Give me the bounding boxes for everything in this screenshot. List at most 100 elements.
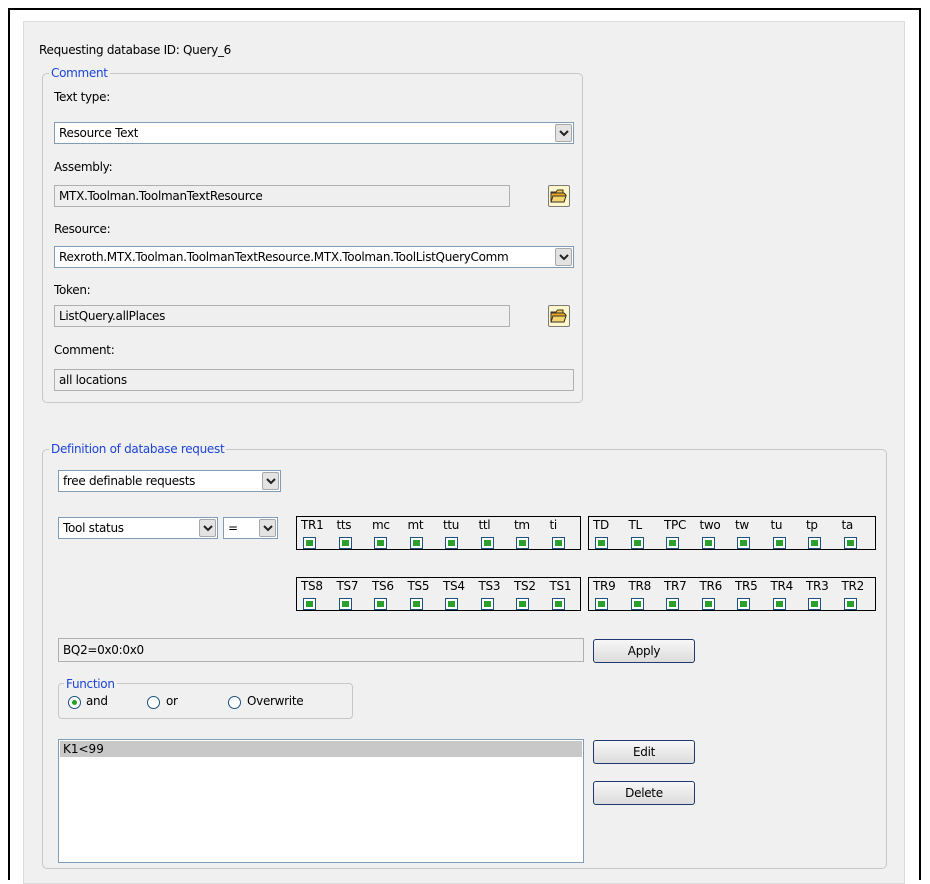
bit-flag-checkbox[interactable]	[666, 598, 679, 610]
bit-flag-checkbox[interactable]	[303, 598, 316, 610]
edit-button[interactable]: Edit	[593, 740, 695, 764]
bit-flag-checkbox[interactable]	[843, 598, 857, 610]
delete-button[interactable]: Delete	[593, 781, 695, 805]
bit-flag-checkbox[interactable]	[409, 598, 423, 610]
chevron-down-icon[interactable]	[259, 519, 276, 537]
chevron-down-icon[interactable]	[555, 124, 572, 142]
bit-flag: ta	[839, 517, 874, 551]
bit-flag-label: tw	[735, 518, 749, 532]
bit-box-1: TR1 tts mc mt ttu ttl tm ti	[296, 516, 581, 550]
bit-box-2: TD TL TPC two tw tu tp ta	[588, 516, 876, 550]
request-type-select[interactable]: free definable requests	[58, 470, 281, 492]
chevron-down-icon[interactable]	[262, 472, 279, 490]
radio-overwrite[interactable]	[228, 696, 241, 709]
bit-flag: TS4	[440, 578, 475, 612]
bit-flag-label: TR8	[628, 579, 652, 593]
bit-flag: mc	[369, 517, 404, 551]
bit-flag-checkbox[interactable]	[666, 537, 679, 549]
token-browse-button[interactable]	[548, 305, 570, 327]
radio-or[interactable]	[147, 696, 160, 709]
chevron-down-icon[interactable]	[555, 248, 572, 266]
query-panel: Requesting database ID: Query_6 Comment …	[23, 21, 905, 884]
bit-flag-checkbox[interactable]	[480, 598, 494, 610]
bit-flag-checkbox[interactable]	[516, 537, 529, 549]
radio-or-label: or	[166, 694, 178, 708]
bit-flag: TR8	[626, 578, 661, 612]
bit-flag-checkbox[interactable]	[595, 598, 608, 610]
text-type-select[interactable]: Resource Text	[54, 122, 574, 144]
bit-flag: TPC	[661, 517, 696, 551]
bit-flag-checkbox[interactable]	[409, 537, 423, 549]
radio-and[interactable]	[68, 696, 81, 709]
token-label: Token:	[54, 283, 91, 297]
bit-flag-checkbox[interactable]	[737, 537, 750, 549]
bit-flag-checkbox[interactable]	[808, 537, 821, 549]
bit-flag: TS2	[511, 578, 546, 612]
bit-flag: TS1	[547, 578, 582, 612]
bit-flag-checkbox[interactable]	[630, 537, 644, 549]
bit-flag-checkbox[interactable]	[374, 598, 387, 610]
bit-flag-checkbox[interactable]	[480, 537, 494, 549]
bit-flag-checkbox[interactable]	[772, 537, 786, 549]
bit-flag-checkbox[interactable]	[303, 537, 316, 549]
bit-flag-label: TS7	[336, 579, 359, 593]
bit-flag-label: TR3	[806, 579, 829, 593]
bit-flag-label: TR6	[699, 579, 723, 593]
bit-flag-checkbox[interactable]	[445, 537, 458, 549]
bit-flag-label: ti	[549, 518, 558, 532]
folder-open-icon	[550, 309, 567, 323]
expression-field[interactable]: BQ2=0x0:0x0	[58, 638, 584, 662]
bit-flag-checkbox[interactable]	[701, 537, 715, 549]
bit-flag-checkbox[interactable]	[338, 537, 352, 549]
resource-select[interactable]: Rexroth.MTX.Toolman.ToolmanTextResource.…	[54, 246, 574, 268]
bit-flag: TR3	[803, 578, 838, 612]
bit-flag-checkbox[interactable]	[772, 598, 786, 610]
bit-flag-checkbox[interactable]	[445, 598, 458, 610]
radio-overwrite-label: Overwrite	[247, 694, 304, 708]
radio-and-label: and	[86, 694, 108, 708]
bit-flag-label: tm	[514, 518, 530, 532]
bit-flag-checkbox[interactable]	[737, 598, 750, 610]
bit-flag: tts	[334, 517, 369, 551]
bit-flag-label: tu	[770, 518, 783, 532]
bit-flag-label: ttu	[443, 518, 460, 532]
bit-flag-checkbox[interactable]	[595, 537, 608, 549]
assembly-browse-button[interactable]	[548, 185, 570, 207]
token-field[interactable]: ListQuery.allPlaces	[54, 305, 510, 327]
list-item[interactable]: K1<99	[60, 741, 582, 757]
bit-flag-label: tp	[806, 518, 818, 532]
bit-flag-label: TS5	[407, 579, 430, 593]
apply-button[interactable]: Apply	[593, 639, 695, 663]
bit-flag-label: two	[699, 518, 721, 532]
bit-flag-label: TR7	[664, 579, 687, 593]
bit-flag: TD	[590, 517, 625, 551]
bit-flag-label: TR4	[770, 579, 794, 593]
bit-flag: tw	[732, 517, 767, 551]
assembly-field[interactable]: MTX.Toolman.ToolmanTextResource	[54, 185, 510, 207]
bit-flag-checkbox[interactable]	[843, 537, 857, 549]
bit-flag-checkbox[interactable]	[516, 598, 529, 610]
comment-group-legend: Comment	[49, 66, 110, 80]
comment-group: Comment Text type: Resource Text Assembl…	[42, 66, 583, 403]
bit-flag-checkbox[interactable]	[551, 598, 565, 610]
field-select[interactable]: Tool status	[58, 517, 218, 539]
bit-flag-checkbox[interactable]	[630, 598, 644, 610]
comment-label: Comment:	[54, 343, 115, 357]
bit-flag-checkbox[interactable]	[338, 598, 352, 610]
bit-flag: TR1	[298, 517, 333, 551]
bit-flag: TR6	[697, 578, 732, 612]
conditions-list[interactable]: K1<99	[58, 739, 584, 863]
bit-flag: TS5	[405, 578, 440, 612]
bit-flag-checkbox[interactable]	[701, 598, 715, 610]
operator-select[interactable]: =	[223, 517, 278, 539]
comment-field[interactable]: all locations	[54, 369, 574, 391]
function-group-legend: Function	[64, 677, 117, 691]
bit-flag-checkbox[interactable]	[374, 537, 387, 549]
folder-open-icon	[550, 189, 567, 203]
chevron-down-icon[interactable]	[199, 519, 216, 537]
bit-flag-checkbox[interactable]	[808, 598, 821, 610]
bit-flag: ttl	[476, 517, 511, 551]
request-group-legend: Definition of database request	[49, 442, 227, 456]
bit-flag-checkbox[interactable]	[551, 537, 565, 549]
text-type-label: Text type:	[54, 90, 110, 104]
